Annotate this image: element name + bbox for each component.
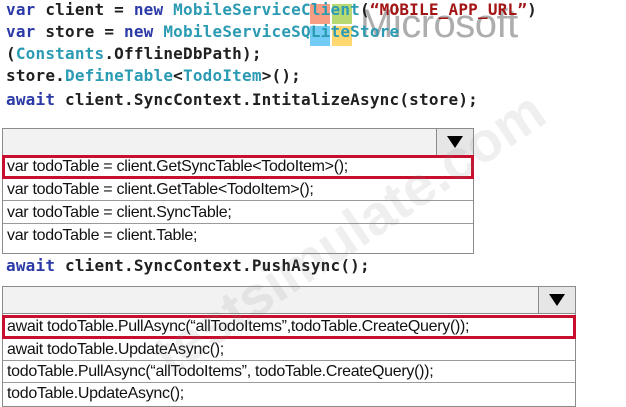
triangle-down-icon xyxy=(549,294,565,306)
code-line-3: (Constants.OfflineDbPath); xyxy=(6,44,262,63)
code-line-push: await client.SyncContext.PushAsync(); xyxy=(6,256,370,275)
dropdown-get-table-option-1[interactable]: var todoTable = client.GetSyncTable<Todo… xyxy=(2,155,474,179)
code-line-4: store.DefineTable<TodoItem>(); xyxy=(6,66,302,85)
dropdown-pull-update-toggle[interactable] xyxy=(538,287,575,313)
dropdown-get-table-option-4[interactable]: var todoTable = client.Table; xyxy=(3,225,473,247)
code-line-1: var client = new MobileServiceClient(“MO… xyxy=(6,0,538,19)
dropdown-pull-update-option-1[interactable]: await todoTable.PullAsync(“allTodoItems”… xyxy=(2,315,576,339)
dropdown-get-table-option-2[interactable]: var todoTable = client.GetTable<TodoItem… xyxy=(3,179,473,201)
dropdown-pull-update[interactable]: await todoTable.PullAsync(“allTodoItems”… xyxy=(2,286,576,407)
dropdown-get-table[interactable]: var todoTable = client.GetSyncTable<Todo… xyxy=(2,128,474,254)
code-line-5: await client.SyncContext.IntitalizeAsync… xyxy=(6,90,478,109)
code-line-2: var store = new MobileServiceSQLiteStore xyxy=(6,22,400,41)
dropdown-pull-update-option-3[interactable]: todoTable.PullAsync(“allTodoItems”, todo… xyxy=(3,361,575,383)
dropdown-get-table-header[interactable] xyxy=(3,129,473,156)
dropdown-pull-update-option-4[interactable]: todoTable.UpdateAsync(); xyxy=(3,383,575,405)
triangle-down-icon xyxy=(447,136,463,148)
dropdown-get-table-toggle[interactable] xyxy=(436,129,473,155)
dropdown-pull-update-option-2[interactable]: await todoTable.UpdateAsync(); xyxy=(3,339,575,361)
dropdown-pull-update-header[interactable] xyxy=(3,287,575,314)
dropdown-get-table-option-3[interactable]: var todoTable = client.SyncTable; xyxy=(3,202,473,224)
